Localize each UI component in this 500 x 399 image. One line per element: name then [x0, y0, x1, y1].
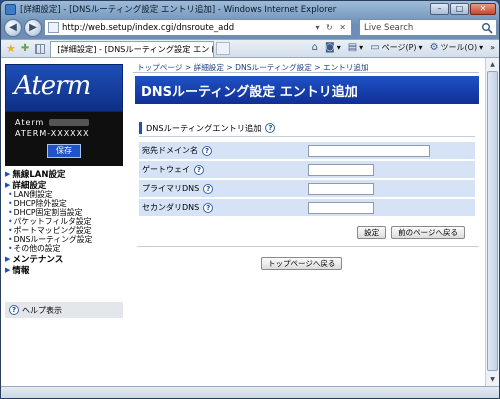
section-divider [139, 136, 475, 137]
refresh-stop-icons[interactable]: ▾ ↻ ✕ [315, 23, 351, 32]
arrow-right-icon: ▶ [5, 180, 11, 189]
help-icon[interactable]: ? [265, 123, 276, 133]
logo-text: Aterm [14, 71, 91, 101]
menu-item-dhcp-fixed[interactable]: •DHCP固定割当設定 [5, 208, 123, 217]
menu-item-packet-filter[interactable]: •パケットフィルタ設定 [5, 217, 123, 226]
menu-advanced-settings[interactable]: ▶ 詳細設定 [5, 179, 123, 191]
home-button[interactable]: ⌂ [312, 42, 318, 53]
menu-item-port-mapping[interactable]: •ポートマッピング設定 [5, 226, 123, 235]
top-page-button[interactable]: トップページへ戻る [261, 257, 343, 270]
primary-dns-input[interactable] [308, 182, 374, 195]
main-pane: トップページ > 詳細設定 > DNSルーティング設定 > エントリ追加 DNS… [129, 58, 479, 386]
form-row: 宛先ドメイン名? [139, 142, 475, 159]
field-label: セカンダリDNS? [139, 199, 304, 216]
aterm-logo: Aterm [5, 64, 123, 112]
minimize-button[interactable]: – [430, 3, 449, 15]
tab-bar: ★ ✚ [詳細設定] - [DNSルーティング設定 エントリ... ✕ ⌂ ◙▾… [1, 39, 499, 58]
form-row: プライマリDNS? [139, 180, 475, 197]
favorites-star-icon[interactable]: ★ [6, 42, 16, 55]
command-bar: ⌂ ◙ ▾ ▤ ▾ ▭ ページ(P) ▾ ⚙ ツール(O) ▾ » [312, 42, 495, 53]
page-icon [48, 22, 59, 33]
address-bar[interactable]: http://web.setup/index.cgi/dnsroute_add … [44, 19, 352, 36]
dns-routing-form: 宛先ドメイン名? ゲートウェイ? プライマリDNS? セカンダリDNS? [139, 140, 475, 218]
form-row: ゲートウェイ? [139, 161, 475, 178]
tools-menu[interactable]: ⚙ ツール(O) ▾ [430, 42, 484, 53]
home-icon: ⌂ [311, 42, 318, 53]
page-content: Aterm Aterm ATERM-XXXXXX 保存 ▶ 無線LAN設定 ▶ 詳細… [1, 58, 499, 386]
section-title: DNSルーティングエントリ追加 ? [139, 122, 276, 134]
set-button[interactable]: 設定 [357, 226, 387, 239]
brand-label: Aterm [15, 118, 45, 127]
search-box[interactable]: Live Search [359, 19, 497, 36]
help-icon[interactable]: ? [203, 184, 214, 194]
forward-button[interactable]: ▶ [24, 19, 42, 37]
save-button[interactable]: 保存 [47, 144, 81, 158]
scroll-down-icon[interactable]: ▼ [487, 374, 498, 385]
gateway-input[interactable] [308, 163, 374, 176]
vertical-scrollbar[interactable]: ▲ ▼ [485, 58, 499, 386]
secondary-dns-input[interactable] [308, 201, 374, 214]
back-page-button[interactable]: 前のページへ戻る [391, 226, 465, 239]
form-buttons: 設定 前のページへ戻る [357, 226, 465, 239]
field-label: プライマリDNS? [139, 180, 304, 197]
scroll-thumb[interactable] [487, 71, 498, 371]
arrow-right-icon: ▶ [5, 254, 11, 263]
status-bar [1, 386, 499, 398]
add-favorites-icon[interactable]: ✚ [21, 43, 29, 54]
help-label: ヘルプ表示 [22, 305, 62, 315]
feed-icon: ◙ [325, 42, 335, 53]
gear-icon: ⚙ [429, 42, 439, 53]
search-icon[interactable] [481, 22, 493, 34]
menu-maintenance[interactable]: ▶ メンテナンス [5, 253, 123, 265]
tab-title: [詳細設定] - [DNSルーティング設定 エントリ... [57, 44, 213, 54]
help-toggle[interactable]: ? ヘルプ表示 [5, 302, 123, 318]
form-row: セカンダリDNS? [139, 199, 475, 216]
help-icon: ? [9, 305, 19, 315]
help-icon[interactable]: ? [202, 146, 212, 156]
feeds-button[interactable]: ◙ ▾ [325, 42, 341, 53]
close-button[interactable]: ✕ [470, 3, 496, 15]
menu-item-dhcp-exclude[interactable]: •DHCP除外設定 [5, 199, 123, 208]
search-input[interactable]: Live Search [360, 23, 481, 33]
menu-info[interactable]: ▶ 情報 [5, 264, 123, 276]
overflow-button[interactable]: » [490, 43, 495, 52]
sidebar: Aterm Aterm ATERM-XXXXXX 保存 ▶ 無線LAN設定 ▶ 詳細… [1, 58, 125, 386]
back-button[interactable]: ◀ [4, 19, 22, 37]
menu-wireless-lan[interactable]: ▶ 無線LAN設定 [5, 168, 123, 180]
page-title: DNSルーティング設定 エントリ追加 [135, 76, 479, 104]
arrow-right-icon: ▶ [5, 265, 11, 274]
breadcrumb-divider [133, 72, 479, 73]
scroll-up-icon[interactable]: ▲ [487, 59, 498, 70]
arrow-right-icon: ▶ [5, 169, 11, 178]
redacted-model-number [49, 119, 89, 126]
ie-app-icon [5, 3, 16, 15]
print-button[interactable]: ▤ ▾ [348, 42, 363, 53]
address-url[interactable]: http://web.setup/index.cgi/dnsroute_add [62, 23, 315, 33]
maximize-button[interactable]: □ [450, 3, 469, 15]
menu-item-lan[interactable]: •LAN側設定 [5, 190, 123, 199]
active-tab[interactable]: [詳細設定] - [DNSルーティング設定 エントリ... ✕ [50, 40, 215, 57]
domain-name-input[interactable] [308, 144, 430, 157]
help-icon[interactable]: ? [203, 203, 214, 213]
field-label: ゲートウェイ? [139, 161, 304, 178]
navigation-bar: ◀ ▶ http://web.setup/index.cgi/dnsroute_… [1, 17, 499, 39]
model-name: ATERM-XXXXXX [15, 129, 90, 138]
page-menu-icon: ▭ [370, 42, 380, 53]
title-bar: [詳細設定] - [DNSルーティング設定 エントリ追加] - Windows … [1, 1, 499, 17]
device-info-box: Aterm ATERM-XXXXXX 保存 [5, 112, 123, 166]
page-menu[interactable]: ▭ ページ(P) ▾ [370, 42, 422, 53]
field-label: 宛先ドメイン名? [139, 142, 304, 159]
help-icon[interactable]: ? [194, 165, 204, 175]
quick-tabs-icon[interactable] [35, 43, 46, 54]
sidebar-menu: ▶ 無線LAN設定 ▶ 詳細設定 •LAN側設定 •DHCP除外設定 •DHCP固定… [5, 168, 123, 276]
new-tab-button[interactable] [216, 42, 231, 55]
browser-window: [詳細設定] - [DNSルーティング設定 エントリ追加] - Windows … [0, 0, 500, 399]
print-icon: ▤ [347, 42, 358, 53]
bottom-divider [137, 246, 479, 247]
menu-item-dns-routing[interactable]: •DNSルーティング設定 [5, 235, 123, 244]
window-title: [詳細設定] - [DNSルーティング設定 エントリ追加] - Windows … [20, 5, 337, 15]
window-controls: – □ ✕ [430, 3, 496, 15]
